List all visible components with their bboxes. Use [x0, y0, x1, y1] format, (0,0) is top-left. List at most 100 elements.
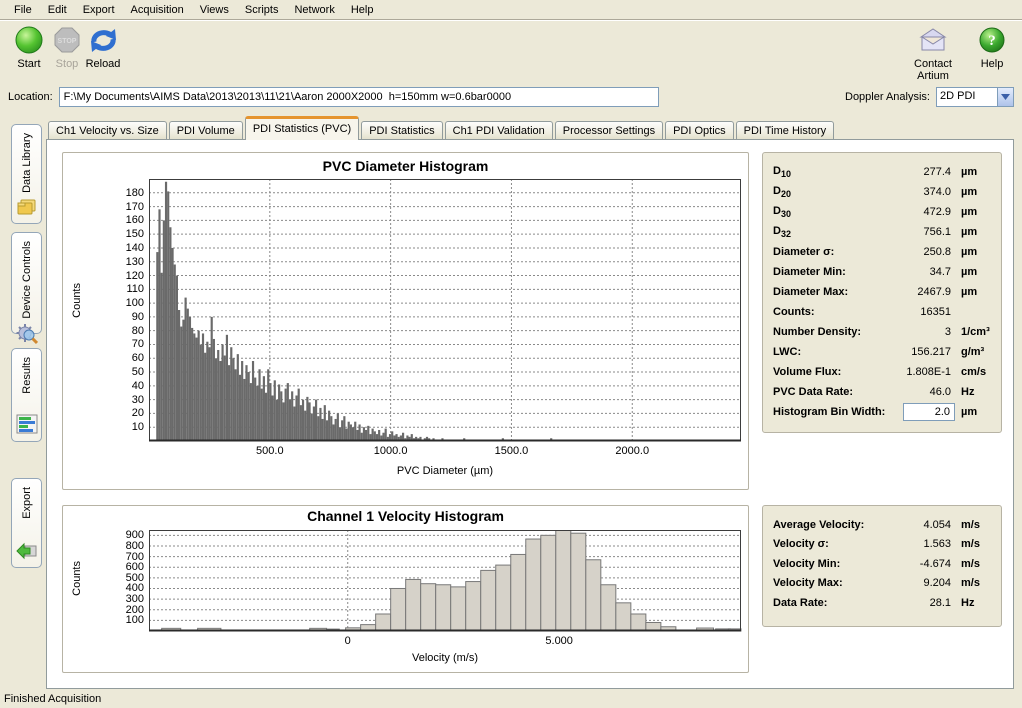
y-tick-label: 90 — [63, 311, 144, 323]
stat-label: Diameter σ: — [773, 246, 897, 258]
stat-row: Volume Flux:1.808E-1cm/s — [773, 362, 991, 382]
pvc-chart-xlabel: PVC Diameter (µm) — [149, 465, 741, 477]
dropdown-arrow-icon[interactable] — [997, 88, 1013, 106]
y-tick-label: 80 — [63, 325, 144, 337]
histogram-bin-width-input[interactable] — [903, 403, 955, 421]
tab-ch1-pdi-validation[interactable]: Ch1 PDI Validation — [445, 121, 553, 140]
tab-pdi-statistics-pvc[interactable]: PDI Statistics (PVC) — [245, 116, 359, 140]
stat-value: 9.204 — [897, 577, 955, 589]
pvc-histogram-chart — [149, 179, 742, 442]
x-tick-label: 1000.0 — [361, 445, 421, 457]
stat-label: Volume Flux: — [773, 366, 897, 378]
menu-item-network[interactable]: Network — [286, 2, 342, 18]
status-text: Finished Acquisition — [4, 693, 101, 705]
tab-pdi-volume[interactable]: PDI Volume — [169, 121, 243, 140]
results-icon — [16, 414, 38, 437]
menu-item-views[interactable]: Views — [192, 2, 237, 18]
sidebar-item-export[interactable]: Export — [11, 478, 42, 568]
menu-item-file[interactable]: File — [6, 2, 40, 18]
stat-row: D20374.0µm — [773, 182, 991, 202]
svg-text:?: ? — [988, 33, 996, 49]
tab-ch1-velocity-vs-size[interactable]: Ch1 Velocity vs. Size — [48, 121, 167, 140]
contact-artium-button[interactable]: Contact Artium — [898, 24, 968, 82]
stat-unit: g/m³ — [955, 346, 991, 358]
y-tick-label: 10 — [63, 421, 144, 433]
y-tick-label: 110 — [63, 283, 144, 295]
stat-value: 156.217 — [897, 346, 955, 358]
reload-label: Reload — [80, 58, 126, 70]
stat-row: Velocity σ:1.563m/s — [773, 535, 991, 555]
y-tick-label: 50 — [63, 366, 144, 378]
stat-row: Number Density:31/cm³ — [773, 322, 991, 342]
stat-row: Velocity Min:-4.674m/s — [773, 554, 991, 574]
stat-row: Average Velocity:4.054m/s — [773, 515, 991, 535]
stat-label: Diameter Max: — [773, 286, 897, 298]
x-tick-label: 500.0 — [240, 445, 300, 457]
stat-unit: µm — [955, 246, 991, 258]
stat-value: 756.1 — [897, 226, 955, 238]
help-button[interactable]: ? Help — [972, 24, 1012, 70]
x-tick-label: 0 — [318, 635, 378, 647]
menu-item-acquisition[interactable]: Acquisition — [123, 2, 192, 18]
doppler-analysis-select[interactable]: 2D PDI — [936, 87, 1014, 107]
menu-item-edit[interactable]: Edit — [40, 2, 75, 18]
doppler-analysis-value: 2D PDI — [937, 88, 997, 106]
stat-row: PVC Data Rate:46.0Hz — [773, 382, 991, 402]
location-input[interactable] — [59, 87, 659, 107]
x-tick-label: 5.000 — [529, 635, 589, 647]
doppler-analysis-label: Doppler Analysis: — [845, 91, 930, 103]
y-tick-label: 150 — [63, 228, 144, 240]
tab-pdi-statistics[interactable]: PDI Statistics — [361, 121, 442, 140]
y-tick-label: 40 — [63, 380, 144, 392]
stat-value: -4.674 — [897, 558, 955, 570]
sidebar-item-device-controls[interactable]: Device Controls — [11, 232, 42, 334]
stat-unit: µm — [955, 186, 991, 198]
velocity-chart-xlabel: Velocity (m/s) — [149, 652, 741, 664]
stat-unit: µm — [955, 286, 991, 298]
export-icon — [16, 540, 38, 563]
help-label: Help — [972, 58, 1012, 70]
pvc-chart-title: PVC Diameter Histogram — [63, 158, 748, 174]
y-tick-label: 400 — [63, 582, 144, 594]
tab-pdi-optics[interactable]: PDI Optics — [665, 121, 734, 140]
sidebar-item-data-library[interactable]: Data Library — [11, 124, 42, 224]
sidebar-item-results[interactable]: Results — [11, 348, 42, 442]
stat-row: D32756.1µm — [773, 222, 991, 242]
tab-pdi-time-history[interactable]: PDI Time History — [736, 121, 835, 140]
menu-item-export[interactable]: Export — [75, 2, 123, 18]
y-tick-label: 30 — [63, 394, 144, 406]
velocity-histogram-chart — [149, 530, 742, 632]
stat-label: Histogram Bin Width: — [773, 406, 897, 418]
pvc-statistics-panel: D10277.4µmD20374.0µmD30472.9µmD32756.1µm… — [762, 152, 1002, 433]
stat-unit: µm — [955, 266, 991, 278]
y-tick-label: 200 — [63, 604, 144, 616]
velocity-statistics-panel: Average Velocity:4.054m/sVelocity σ:1.56… — [762, 505, 1002, 627]
stat-row: D30472.9µm — [773, 202, 991, 222]
stat-value: 472.9 — [897, 206, 955, 218]
stat-unit: µm — [955, 206, 991, 218]
stat-unit: m/s — [955, 577, 991, 589]
stat-row: D10277.4µm — [773, 162, 991, 182]
y-tick-label: 120 — [63, 270, 144, 282]
y-tick-label: 180 — [63, 187, 144, 199]
stat-row: LWC:156.217g/m³ — [773, 342, 991, 362]
stat-value: 2467.9 — [897, 286, 955, 298]
stat-value: 374.0 — [897, 186, 955, 198]
velocity-chart-title: Channel 1 Velocity Histogram — [63, 508, 748, 524]
stat-row: Counts:16351 — [773, 302, 991, 322]
y-tick-label: 60 — [63, 352, 144, 364]
pvc-diameter-histogram-panel: PVC Diameter Histogram Counts PVC Diamet… — [62, 152, 749, 490]
y-tick-label: 800 — [63, 540, 144, 552]
help-icon: ? — [972, 24, 1012, 56]
velocity-histogram-panel: Channel 1 Velocity Histogram Counts Velo… — [62, 505, 749, 673]
x-tick-label: 2000.0 — [602, 445, 662, 457]
stat-label: D32 — [773, 225, 897, 239]
tab-processor-settings[interactable]: Processor Settings — [555, 121, 663, 140]
reload-button[interactable]: Reload — [80, 24, 126, 70]
stat-label: PVC Data Rate: — [773, 386, 897, 398]
stat-unit: µm — [955, 406, 991, 418]
tab-strip: Ch1 Velocity vs. SizePDI VolumePDI Stati… — [48, 118, 836, 140]
reload-icon — [80, 24, 126, 56]
menu-item-scripts[interactable]: Scripts — [237, 2, 287, 18]
menu-item-help[interactable]: Help — [343, 2, 382, 18]
